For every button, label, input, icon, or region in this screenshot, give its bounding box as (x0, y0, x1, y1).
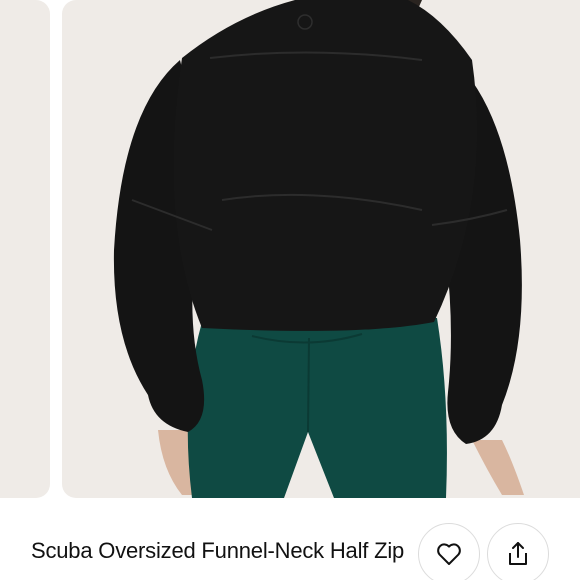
product-title: Scuba Oversized Funnel-Neck Half Zip (31, 538, 405, 563)
product-info: Scuba Oversized Funnel-Neck Half Zip (0, 500, 580, 580)
product-image[interactable] (62, 0, 580, 498)
product-photo (113, 0, 524, 498)
share-icon (509, 542, 527, 565)
product-image-gallery[interactable] (0, 0, 580, 500)
share-button[interactable] (487, 523, 549, 580)
previous-image-slide[interactable] (0, 0, 50, 498)
heart-icon (437, 543, 461, 565)
like-button[interactable] (418, 523, 480, 580)
